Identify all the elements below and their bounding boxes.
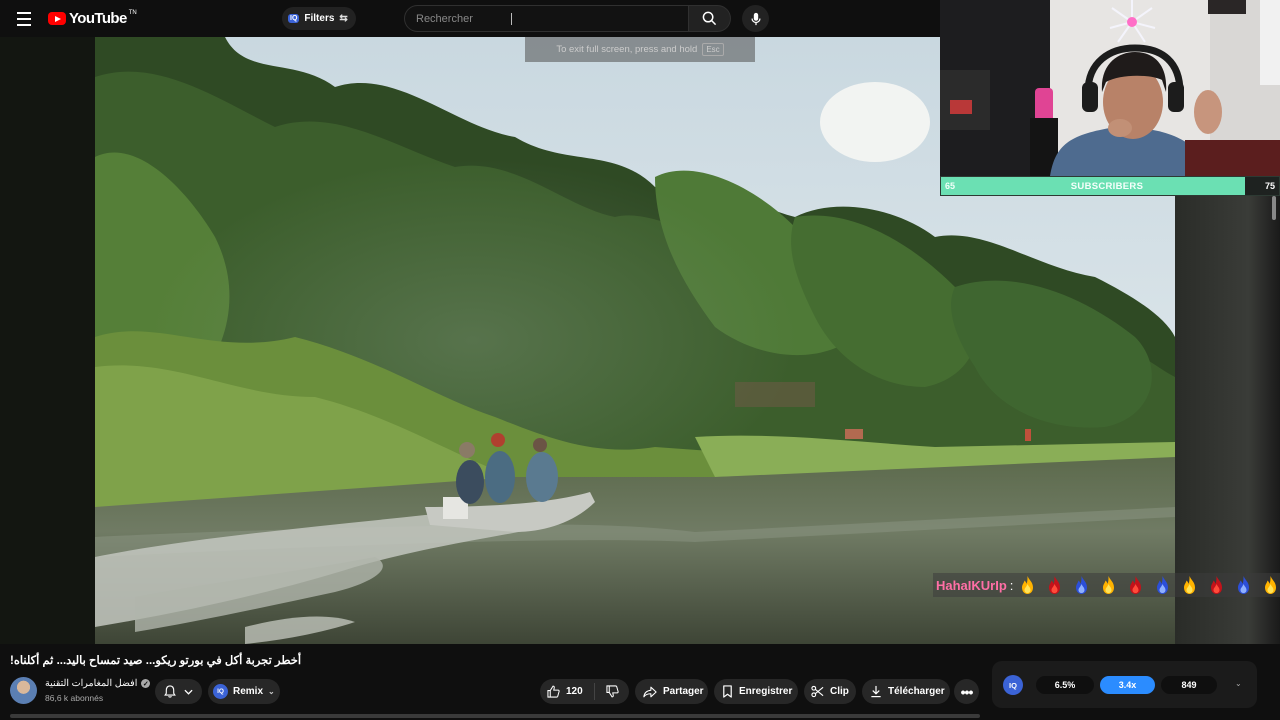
- streamer-webcam: [940, 0, 1280, 176]
- blue-fire-emote-icon: [1157, 576, 1169, 594]
- text-cursor-icon: [511, 13, 514, 25]
- share-label: Partager: [663, 686, 704, 697]
- clip-label: Clip: [830, 686, 849, 697]
- red-fire-emote-icon: [1130, 576, 1142, 594]
- chat-message: HahaIKUrIp :: [933, 573, 1280, 597]
- search-box[interactable]: [404, 5, 689, 32]
- tune-icon: ⇆: [339, 13, 348, 24]
- video-title: !أخطر تجربة أكل في بورتو ريكو... صيد تمس…: [10, 655, 302, 667]
- red-fire-emote-icon: [1049, 576, 1061, 594]
- yellow-fire-emote-icon: [1265, 576, 1277, 594]
- download-icon: [871, 685, 881, 698]
- bookmark-icon: [723, 685, 732, 698]
- stat-multiplier: 3.4x: [1100, 676, 1155, 694]
- more-actions-button[interactable]: •••: [954, 679, 979, 704]
- chat-username: HahaIKUrIp: [936, 577, 1007, 593]
- subscriber-goal-end: 75: [1264, 181, 1275, 191]
- more-horizontal-icon: •••: [960, 683, 974, 700]
- notification-bell-button[interactable]: [155, 679, 202, 704]
- yellow-fire-emote-icon: [1103, 576, 1115, 594]
- like-button[interactable]: 120: [540, 683, 595, 700]
- chevron-down-icon[interactable]: ⌄: [1235, 679, 1242, 688]
- thumbs-down-icon: [605, 685, 619, 698]
- clip-button[interactable]: Clip: [804, 679, 856, 704]
- fullscreen-hint-key: Esc: [702, 43, 724, 56]
- dislike-button[interactable]: [595, 685, 629, 698]
- chevron-down-icon: [184, 689, 193, 695]
- verified-icon: ✓: [141, 679, 151, 688]
- save-button[interactable]: Enregistrer: [714, 679, 798, 704]
- channel-name[interactable]: افضل المغامرات التقنية: [45, 678, 137, 689]
- blue-fire-emote-icon: [1238, 576, 1250, 594]
- search-icon: [702, 11, 717, 26]
- channel-name-row[interactable]: افضل المغامرات التقنية ✓: [45, 678, 151, 689]
- page: YouTube TN IQ Filters ⇆ Rechercher To ex…: [0, 0, 1280, 720]
- chevron-down-icon: ⌄: [268, 687, 275, 696]
- logo-text: YouTube: [69, 10, 127, 27]
- chat-separator: :: [1009, 577, 1014, 593]
- share-button[interactable]: Partager: [635, 679, 708, 704]
- filters-button[interactable]: IQ Filters ⇆: [282, 7, 356, 30]
- youtube-play-icon: [48, 12, 66, 25]
- channel-avatar[interactable]: [10, 677, 37, 704]
- webcam-image: [940, 0, 1280, 176]
- menu-icon[interactable]: [12, 8, 36, 30]
- blue-fire-emote-icon: [1076, 576, 1088, 594]
- subscriber-goal-bar: 65 SUBSCRIBERS 75: [940, 176, 1280, 196]
- fullscreen-hint: To exit full screen, press and hold Esc: [525, 37, 755, 62]
- microphone-icon: [750, 12, 761, 25]
- save-label: Enregistrer: [739, 686, 793, 697]
- search-button[interactable]: [689, 5, 731, 32]
- chat-emotes: [1020, 575, 1280, 595]
- scissors-icon: [811, 685, 824, 698]
- share-icon: [643, 686, 657, 697]
- like-count: 120: [566, 686, 583, 697]
- like-dislike-group: 120: [540, 679, 629, 704]
- stat-engagement: 6.5%: [1036, 676, 1094, 694]
- red-fire-emote-icon: [1211, 576, 1223, 594]
- remix-label: Remix: [233, 686, 264, 697]
- yellow-fire-emote-icon: [1022, 576, 1034, 594]
- iq-badge: IQ: [213, 684, 228, 699]
- subscriber-count: 86,6 k abonnés: [45, 693, 104, 703]
- subscriber-goal-label: SUBSCRIBERS: [1070, 181, 1144, 192]
- filters-label: Filters: [304, 13, 335, 24]
- chat-scrollbar[interactable]: [1272, 196, 1276, 220]
- download-label: Télécharger: [888, 686, 945, 697]
- voice-search-button[interactable]: [742, 5, 769, 32]
- fullscreen-hint-text: To exit full screen, press and hold: [556, 44, 698, 55]
- iq-badge: IQ: [288, 14, 300, 23]
- bell-icon: [164, 685, 176, 698]
- bottom-scroll-track[interactable]: [10, 714, 980, 718]
- logo-country-code: TN: [128, 9, 137, 16]
- top-bar: YouTube TN IQ Filters ⇆: [0, 0, 940, 37]
- remix-button[interactable]: IQ Remix ⌄: [208, 679, 280, 704]
- stat-count: 849: [1161, 676, 1217, 694]
- left-letterbox: [0, 37, 95, 644]
- thumbs-up-icon: [547, 685, 560, 698]
- youtube-logo[interactable]: YouTube TN: [48, 10, 138, 27]
- download-button[interactable]: Télécharger: [862, 679, 950, 704]
- yellow-fire-emote-icon: [1184, 576, 1196, 594]
- iq-badge[interactable]: IQ: [1003, 675, 1023, 695]
- search-input[interactable]: [416, 12, 688, 25]
